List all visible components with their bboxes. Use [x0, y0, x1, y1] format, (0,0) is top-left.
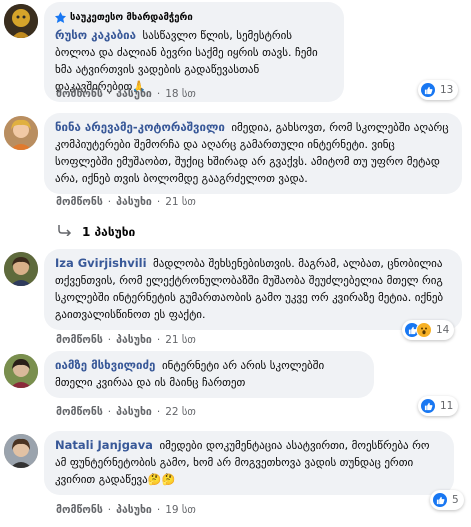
avatar[interactable] — [4, 354, 38, 388]
comment-author[interactable]: ნინა არევამე-კოტორაშვილი — [55, 120, 225, 134]
badge-icon — [55, 12, 66, 23]
comment-time[interactable]: 22 სთ — [165, 406, 196, 418]
comment-actions: მომწონს · პასუხი · 21 სთ — [56, 196, 196, 208]
like-button[interactable]: მომწონს — [56, 334, 103, 346]
top-fan-badge: საუკეთესო მხარდამჭერი — [55, 12, 193, 23]
reply-button[interactable]: პასუხი — [116, 504, 152, 516]
reply-arrow-icon — [58, 224, 72, 239]
reaction-count[interactable]: 11 — [418, 396, 459, 416]
comment-bubble: საუკეთესო მხარდამჭერი რუსო კაკაბია სასწა… — [44, 2, 344, 102]
comment-actions: მომწონს · პასუხი · 19 სთ — [56, 504, 196, 516]
replies-count: 1 პასუხი — [82, 224, 136, 239]
like-button[interactable]: მომწონს — [56, 406, 103, 418]
badge-label: საუკეთესო მხარდამჭერი — [70, 12, 193, 23]
comment-author[interactable]: იამზე მსხვილიძე — [55, 358, 155, 372]
reply-button[interactable]: პასუხი — [116, 196, 152, 208]
like-icon — [432, 492, 448, 508]
comment-author[interactable]: Iza Gvirjishvili — [55, 256, 147, 270]
avatar[interactable] — [4, 116, 38, 150]
like-icon — [420, 398, 436, 414]
wow-icon — [416, 322, 432, 338]
like-icon — [420, 82, 436, 98]
avatar[interactable] — [4, 434, 38, 468]
comment-time[interactable]: 18 სთ — [165, 88, 196, 100]
reply-button[interactable]: პასუხი — [116, 88, 152, 100]
comment-bubble: იამზე მსხვილიძე ინტერნეტი არ არის სკოლებ… — [44, 351, 374, 398]
reaction-count[interactable]: 14 — [402, 320, 455, 340]
comment-time[interactable]: 19 სთ — [165, 504, 196, 516]
reaction-count[interactable]: 5 — [430, 490, 464, 510]
comment-bubble: Iza Gvirjishvili მადლობა შეხსენებისთვის.… — [44, 249, 462, 330]
comment-author[interactable]: Natali Janjgava — [55, 438, 153, 452]
comment-actions: მომწონს · პასუხი · 18 სთ — [56, 88, 196, 100]
like-button[interactable]: მომწონს — [56, 88, 103, 100]
comment-time[interactable]: 21 სთ — [165, 334, 196, 346]
comment-bubble: ნინა არევამე-კოტორაშვილი იმედია, გახსოვთ… — [44, 113, 462, 194]
comment-time[interactable]: 21 სთ — [165, 196, 196, 208]
comment-bubble: Natali Janjgava იმედები დოკუმენტაცია ასა… — [44, 431, 454, 495]
like-button[interactable]: მომწონს — [56, 504, 103, 516]
avatar[interactable] — [4, 252, 38, 286]
comment-actions: მომწონს · პასუხი · 22 სთ — [56, 406, 196, 418]
view-replies-link[interactable]: 1 პასუხი — [58, 224, 135, 239]
avatar[interactable] — [4, 4, 38, 38]
reply-button[interactable]: პასუხი — [116, 334, 152, 346]
like-button[interactable]: მომწონს — [56, 196, 103, 208]
reaction-count[interactable]: 13 — [418, 80, 459, 100]
reply-button[interactable]: პასუხი — [116, 406, 152, 418]
comment-author[interactable]: რუსო კაკაბია — [55, 28, 136, 42]
comment-actions: მომწონს · პასუხი · 21 სთ — [56, 334, 196, 346]
